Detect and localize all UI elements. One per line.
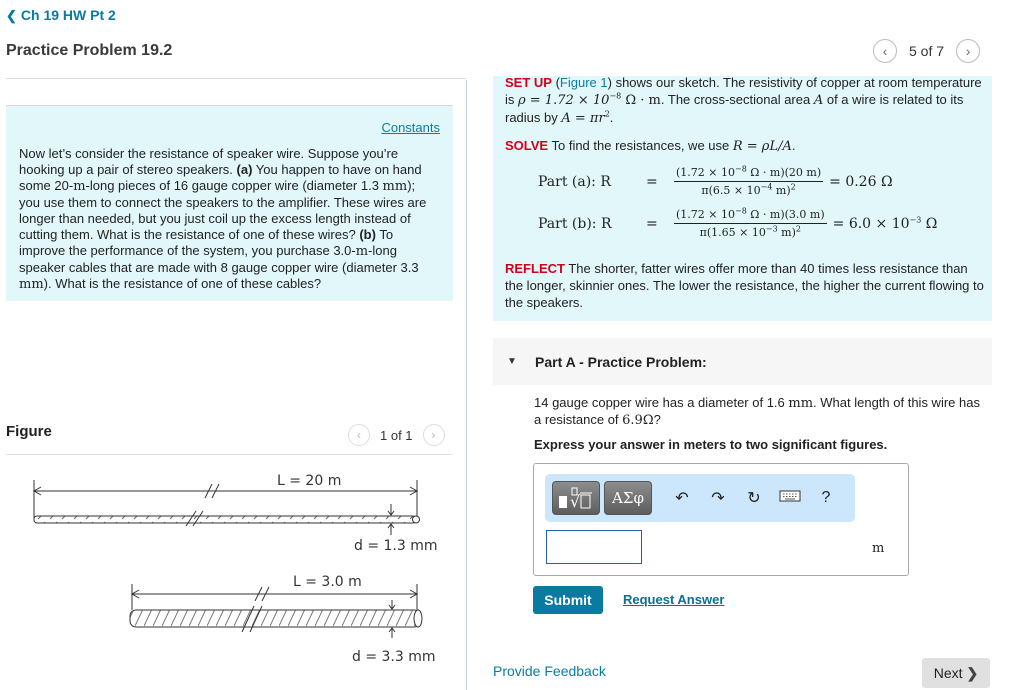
answer-instruction: Express your answer in meters to two sig… xyxy=(534,437,888,452)
problem-text-segment: (b) xyxy=(359,227,376,242)
next-button[interactable]: Next ❯ xyxy=(922,658,990,688)
fraction: (1.72 × 10−8 Ω · m)(3.0 m) π(1.65 × 10−3… xyxy=(674,206,827,239)
rho-expression: ρ = 1.72 × 10−8 Ω · m xyxy=(518,91,661,108)
part-b-equation: Part (b): R = (1.72 × 10−8 Ω · m)(3.0 m)… xyxy=(538,206,938,239)
constants-link[interactable]: Constants xyxy=(381,120,440,135)
column-divider xyxy=(466,80,467,690)
wire-a-diameter-label: d = 1.3 mm xyxy=(354,538,438,554)
undo-icon[interactable]: ↶ xyxy=(664,488,700,508)
question-text: 14 gauge copper wire has a diameter of 1… xyxy=(534,395,980,428)
part-a-header[interactable]: ▼ Part A - Practice Problem: xyxy=(493,338,992,385)
next-button-label: Next xyxy=(933,665,963,681)
problem-text-segment: (a) xyxy=(236,162,253,177)
request-answer-link[interactable]: Request Answer xyxy=(623,592,724,607)
setup-paragraph: SET UP (Figure 1) shows our sketch. The … xyxy=(505,75,982,126)
chevron-right-icon: ❯ xyxy=(966,664,979,681)
wire-figure: L = 20 m d = 1.3 mm L = 3.0 m d = 3.3 mm xyxy=(32,473,438,665)
chevron-left-icon: ❮ xyxy=(6,8,17,23)
answer-input[interactable] xyxy=(546,530,642,564)
problem-text: Now let’s consider the resistance of spe… xyxy=(19,146,434,293)
header-divider xyxy=(6,78,466,79)
item-count: 5 of 7 xyxy=(909,43,945,59)
item-pager: ‹ 5 of 7 › xyxy=(873,39,981,63)
part-b-result: = 6.0 × 10−3 Ω xyxy=(832,214,938,232)
provide-feedback-link[interactable]: Provide Feedback xyxy=(493,663,606,679)
next-item-button[interactable]: › xyxy=(956,39,981,63)
unit-label: m xyxy=(872,541,885,556)
previous-item-button[interactable]: ‹ xyxy=(873,39,897,63)
math-toolbar: √ ΑΣφ ↶ ↷ ↻ ? xyxy=(545,474,855,522)
equation-label: Part (b): R xyxy=(538,215,612,232)
reflect-paragraph: REFLECT The shorter, fatter wires offer … xyxy=(505,261,984,310)
keyboard-icon[interactable] xyxy=(772,489,808,508)
chevron-right-icon: › xyxy=(431,428,436,442)
previous-figure-button[interactable]: ‹ xyxy=(348,424,370,446)
back-link-label: Ch 19 HW Pt 2 xyxy=(20,7,116,23)
solve-paragraph: SOLVE To find the resistances, we use R … xyxy=(505,138,796,154)
part-a-equation: Part (a): R = (1.72 × 10−8 Ω · m)(20 m) … xyxy=(538,164,893,197)
submit-button[interactable]: Submit xyxy=(533,586,603,614)
part-a-result: = 0.26 Ω xyxy=(829,173,893,190)
templates-button[interactable]: √ xyxy=(552,481,600,515)
wire-b-diagram: L = 3.0 m d = 3.3 mm xyxy=(129,574,436,665)
next-figure-button[interactable]: › xyxy=(422,424,445,446)
redo-icon[interactable]: ↷ xyxy=(700,488,736,508)
collapse-triangle-icon: ▼ xyxy=(507,356,517,367)
wire-b-diameter-label: d = 3.3 mm xyxy=(352,649,436,665)
area-variable: A xyxy=(813,93,824,108)
part-a-title: Part A - Practice Problem: xyxy=(535,353,707,370)
area-expression: A = πr2 xyxy=(561,109,610,126)
problem-panel: Constants Now let’s consider the resista… xyxy=(6,105,453,301)
chevron-left-icon: ‹ xyxy=(357,428,361,442)
reset-icon[interactable]: ↻ xyxy=(736,488,772,508)
chevron-left-icon: ‹ xyxy=(882,43,888,59)
problem-text-segment: m xyxy=(355,244,369,259)
answer-box: √ ΑΣφ ↶ ↷ ↻ ? m xyxy=(533,463,909,576)
page-title: Practice Problem 19.2 xyxy=(6,42,173,59)
setup-label: SET UP xyxy=(505,75,552,90)
problem-text-segment: ). What is the resistance of one of thes… xyxy=(43,276,322,291)
figure-link[interactable]: Figure 1 xyxy=(560,75,608,90)
wire-a-length-label: L = 20 m xyxy=(277,473,341,489)
symbols-button[interactable]: ΑΣφ xyxy=(604,481,652,515)
back-link[interactable]: ❮ Ch 19 HW Pt 2 xyxy=(6,7,116,24)
solve-label: SOLVE xyxy=(505,138,549,153)
figure-pager: ‹ 1 of 1 › xyxy=(348,424,445,446)
problem-text-segment: m xyxy=(73,179,86,194)
figure-count: 1 of 1 xyxy=(380,427,413,443)
wire-b-length-label: L = 3.0 m xyxy=(293,574,362,590)
wire-end-ellipse xyxy=(412,515,420,524)
wire-end-ellipse xyxy=(413,609,423,628)
equation-label: Part (a): R xyxy=(538,173,611,190)
figure-title: Figure xyxy=(6,423,52,440)
problem-text-segment: mm xyxy=(382,179,408,194)
figure-divider xyxy=(6,454,453,455)
chevron-right-icon: › xyxy=(965,43,971,59)
problem-text-segment: mm xyxy=(19,277,44,292)
fraction: (1.72 × 10−8 Ω · m)(20 m) π(6.5 × 10−4 m… xyxy=(674,164,824,197)
wire-a-diagram: L = 20 m d = 1.3 mm xyxy=(32,473,438,554)
problem-text-segment: -long pieces of 16 gauge copper wire (di… xyxy=(85,178,383,193)
solution-panel: SET UP (Figure 1) shows our sketch. The … xyxy=(493,75,992,321)
resistance-formula: R = ρL/A xyxy=(732,139,792,154)
reflect-label: REFLECT xyxy=(505,261,565,276)
help-icon[interactable]: ? xyxy=(808,489,844,507)
wire-a-body xyxy=(33,515,417,524)
fraction-root-template-icon: √ xyxy=(559,487,592,511)
wire-b-body xyxy=(129,609,421,628)
